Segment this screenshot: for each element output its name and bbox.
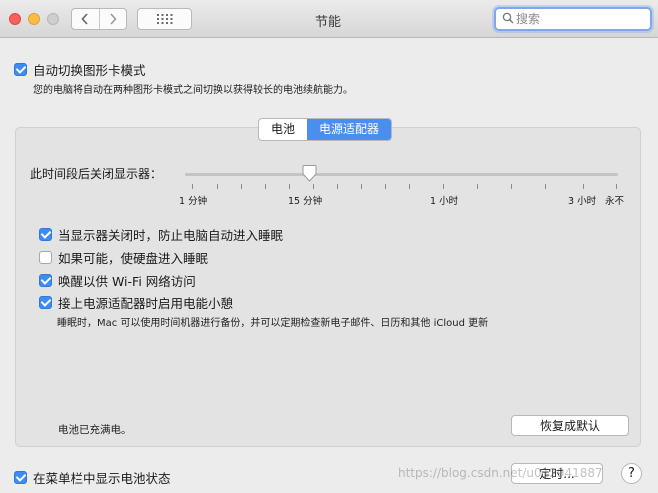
minimize-window-button[interactable]	[28, 13, 40, 25]
wake-wifi-label: 唤醒以供 Wi-Fi 网络访问	[58, 274, 196, 289]
window-title: 节能	[314, 15, 341, 30]
battery-status: 电池已充满电。	[58, 424, 132, 436]
slider-tick	[361, 184, 362, 189]
display-sleep-slider-track[interactable]	[185, 173, 618, 176]
option-prevent-sleep[interactable]: 当显示器关闭时，防止电脑自动进入睡眠	[39, 225, 283, 244]
display-sleep-label: 此时间段后关闭显示器：	[30, 167, 163, 181]
tick-label-1min: 1 分钟	[179, 196, 208, 207]
auto-switch-label: 自动切换图形卡模式	[33, 63, 146, 78]
auto-switch-checkbox[interactable]	[14, 63, 27, 76]
slider-tick	[511, 184, 512, 189]
chevron-right-icon	[110, 13, 117, 25]
back-button[interactable]	[72, 9, 99, 29]
auto-switch-description: 您的电脑将自动在两种图形卡模式之间切换以获得较长的电池续航能力。	[33, 85, 353, 96]
help-button[interactable]: ?	[621, 463, 642, 484]
slider-tick	[289, 184, 290, 189]
option-disk-sleep[interactable]: 如果可能，使硬盘进入睡眠	[39, 248, 208, 267]
disk-sleep-label: 如果可能，使硬盘进入睡眠	[58, 251, 209, 266]
tab-power-adapter[interactable]: 电源适配器	[307, 119, 392, 140]
tick-label-15min: 15 分钟	[288, 196, 323, 207]
slider-tick	[616, 184, 617, 189]
menu-bar-battery-row[interactable]: 在菜单栏中显示电池状态	[14, 468, 171, 487]
power-nap-description: 睡眠时，Mac 可以使用时间机器进行备份，并可以定期检查新电子邮件、日历和其他 …	[57, 318, 489, 329]
slider-tick	[545, 184, 546, 189]
slider-tick	[217, 184, 218, 189]
prevent-sleep-label: 当显示器关闭时，防止电脑自动进入睡眠	[58, 228, 284, 243]
display-sleep-slider-thumb[interactable]	[302, 165, 317, 182]
watermark: https://blog.csdn.net/u012941887	[398, 466, 603, 480]
tab-bar: 电池 电源适配器	[258, 118, 393, 141]
title-bar: 节能	[0, 0, 658, 38]
slider-tick	[192, 184, 193, 189]
show-all-button[interactable]	[137, 8, 192, 30]
tick-label-3hr: 3 小时	[568, 196, 597, 207]
search-input[interactable]	[516, 10, 644, 28]
option-power-nap[interactable]: 接上电源适配器时启用电能小憩	[39, 293, 233, 312]
tick-label-1hr: 1 小时	[430, 196, 459, 207]
tick-label-never: 永不	[605, 196, 625, 207]
navigation-buttons	[71, 8, 127, 30]
zoom-window-button[interactable]	[47, 13, 59, 25]
slider-tick	[477, 184, 478, 189]
wake-wifi-checkbox[interactable]	[39, 274, 52, 287]
slider-tick	[337, 184, 338, 189]
close-window-button[interactable]	[9, 13, 21, 25]
option-wake-wifi[interactable]: 唤醒以供 Wi-Fi 网络访问	[39, 271, 196, 290]
prevent-sleep-checkbox[interactable]	[39, 228, 52, 241]
chevron-left-icon	[81, 13, 88, 25]
slider-tick	[265, 184, 266, 189]
forward-button[interactable]	[98, 9, 127, 29]
tab-battery[interactable]: 电池	[259, 119, 307, 140]
slider-tick	[409, 184, 410, 189]
power-nap-label: 接上电源适配器时启用电能小憩	[58, 296, 234, 311]
search-icon	[502, 12, 514, 24]
restore-default-button[interactable]: 恢复成默认	[511, 415, 629, 436]
slider-tick	[583, 184, 584, 189]
power-nap-checkbox[interactable]	[39, 296, 52, 309]
grid-icon	[156, 14, 172, 24]
search-field[interactable]	[494, 7, 652, 31]
slider-tick	[443, 184, 444, 189]
menu-bar-battery-label: 在菜单栏中显示电池状态	[33, 471, 171, 486]
slider-tick	[385, 184, 386, 189]
menu-bar-battery-checkbox[interactable]	[14, 471, 27, 484]
disk-sleep-checkbox[interactable]	[39, 251, 52, 264]
auto-switch-row[interactable]: 自动切换图形卡模式	[14, 60, 146, 79]
slider-tick	[313, 184, 314, 189]
slider-tick	[241, 184, 242, 189]
